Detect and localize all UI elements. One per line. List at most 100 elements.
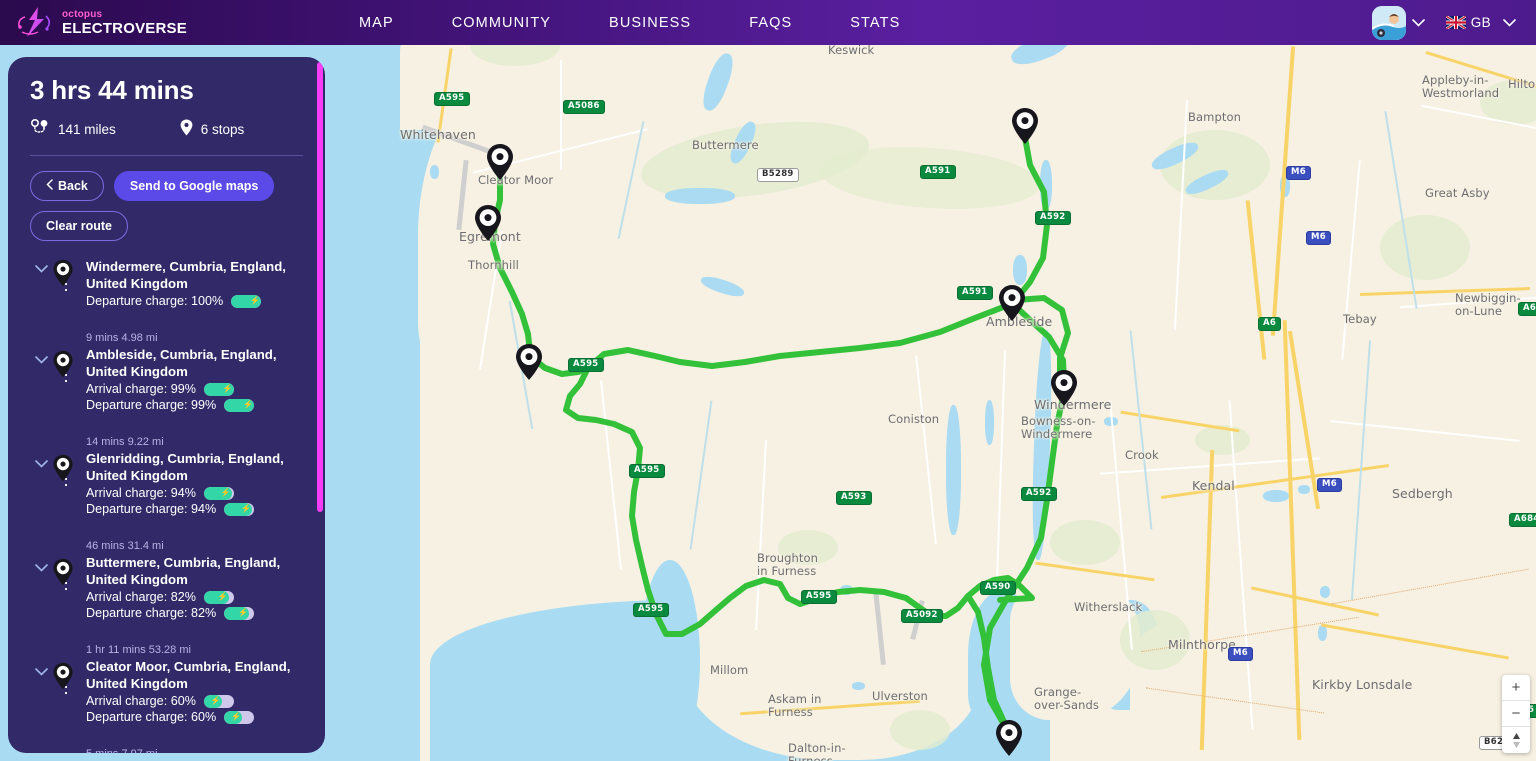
stop-expand-chevron-down-icon[interactable] [30,259,52,273]
stop-place-name: Buttermere, Cumbria, England, United Kin… [86,555,281,587]
route-panel-scroll-area[interactable]: 3 hrs 44 mins 141 miles 6 stops Back Sen… [8,57,325,753]
map-controls[interactable]: + − [1502,675,1530,753]
arrival-battery-gauge: ⚡ [203,590,234,604]
stop-departure-charge: Departure charge: 100% ⚡ [86,294,303,308]
avatar[interactable] [1371,5,1406,40]
route-duration: 3 hrs 44 mins [30,75,194,105]
road-shield: A6 [1258,317,1282,331]
stop-expand-chevron-down-icon[interactable] [30,644,52,676]
stop-leg-summary: 46 mins 31.4 mi [86,540,164,552]
stop-pin-icon [52,259,74,291]
stop-leg-summary: 5 mins 7.97 mi [86,748,303,753]
chevron-left-icon [46,179,53,193]
stop-expand-chevron-down-icon[interactable] [30,540,52,572]
back-button[interactable]: Back [30,171,104,201]
stop-departure-charge-label: Departure charge: 100% [86,294,224,308]
send-to-google-maps-label: Send to Google maps [129,179,259,193]
brand-name-top: octopus [62,8,103,20]
stop-arrival-charge: Arrival charge: 94% ⚡ [86,486,303,500]
route-stop-item: 14 mins 9.22 mi Glenridding, Cumbria, Eng… [30,436,303,540]
top-navigation-bar: octopus ELECTROVERSE MAP COMMUNITY BUSINES… [0,0,1536,45]
stop-marker [52,540,80,593]
route-distance: 141 miles [30,118,116,139]
departure-battery-gauge: ⚡ [224,398,255,412]
app-root: WhitehavenCleator MoorEgremontThornhillB… [0,0,1536,761]
stop-details: Windermere, Cumbria, England, United Kin… [80,259,303,332]
nav-item-community[interactable]: COMMUNITY [423,15,580,31]
route-stop-item: Windermere, Cumbria, England, United Kin… [30,259,303,332]
locale-chevron-down-icon[interactable] [1496,10,1522,36]
stop-leg-summary: 14 mins 9.22 mi [86,436,164,448]
stop-expand-chevron-down-icon[interactable] [30,436,52,468]
panel-actions: Back Send to Google maps [30,171,303,201]
zoom-in-button[interactable]: + [1502,675,1530,701]
nav-item-faqs[interactable]: FAQS [720,15,821,31]
locale-selector[interactable]: GB [1432,10,1522,36]
lightning-bolt-icon: ⚡ [220,488,231,497]
route-stops: 6 stops [180,119,244,139]
zoom-out-button[interactable]: − [1502,701,1530,727]
stop-marker [52,332,80,385]
road-shield: A595 [633,603,669,617]
lightning-bolt-icon: ⚡ [250,296,261,305]
panel-actions-secondary: Clear route [30,211,303,241]
account-chevron-down-icon[interactable] [1406,10,1432,36]
header-right-controls: GB [1371,5,1536,40]
map-pin-icon [180,119,193,139]
brand-wordmark: octopus ELECTROVERSE [62,8,187,37]
pin-west-coast[interactable] [514,343,544,381]
route-stop-item: 46 mins 31.4 mi Buttermere, Cumbria, Engl… [30,540,303,644]
road-shield: A590 [980,581,1016,595]
compass-icon[interactable] [1502,727,1530,753]
brand-logo[interactable]: octopus ELECTROVERSE [0,6,330,40]
locale-code: GB [1470,15,1491,30]
departure-battery-gauge: ⚡ [224,502,255,516]
back-button-label: Back [58,179,88,193]
octopus-electroverse-logo-icon [16,6,54,40]
pin-south[interactable] [994,719,1024,757]
route-distance-value: 141 miles [58,121,116,137]
stop-arrival-charge: Arrival charge: 82% ⚡ [86,590,303,604]
pin-keswick-area[interactable] [1010,107,1040,145]
departure-battery-gauge: ⚡ [231,294,262,308]
stop-departure-charge: Departure charge: 99% ⚡ [86,398,303,412]
route-distance-icon [30,118,50,139]
stop-arrival-charge-label: Arrival charge: 82% [86,590,196,604]
stop-arrival-charge-label: Arrival charge: 99% [86,382,196,396]
stop-arrival-charge: Arrival charge: 99% ⚡ [86,382,303,396]
road-shield: A591 [957,286,993,300]
stop-details: 9 mins 4.98 mi Ambleside, Cumbria, Englan… [80,332,303,436]
arrival-battery-gauge: ⚡ [203,382,234,396]
lightning-bolt-icon: ⚡ [243,400,254,409]
panel-scrollbar-thumb[interactable] [317,62,323,512]
route-stop-item: 5 mins 7.97 mi [30,748,303,753]
stop-details: 46 mins 31.4 mi Buttermere, Cumbria, Engl… [80,540,303,644]
clear-route-button[interactable]: Clear route [30,211,128,241]
send-to-google-maps-button[interactable]: Send to Google maps [113,171,275,201]
stop-place-name: Cleator Moor, Cumbria, England, United K… [86,659,291,691]
pin-windermere[interactable] [1049,369,1079,407]
route-stop-item: 1 hr 11 mins 53.28 mi Cleator Moor, Cumbr… [30,644,303,748]
lightning-bolt-icon: ⚡ [222,384,233,393]
stop-place-name: Windermere, Cumbria, England, United Kin… [86,259,286,291]
pin-egremont[interactable] [473,204,503,242]
lightning-bolt-icon: ⚡ [217,592,228,601]
stop-expand-chevron-down-icon[interactable] [30,332,52,364]
pin-cleator-moor[interactable] [485,143,515,181]
stop-place-name: Ambleside, Cumbria, England, United King… [86,347,277,379]
stop-departure-charge-label: Departure charge: 94% [86,502,217,516]
stop-marker [52,644,80,697]
nav-item-map[interactable]: MAP [330,15,423,31]
stop-leg-summary: 9 mins 4.98 mi [86,332,158,344]
road-shield: A592 [1035,211,1071,225]
nav-item-business[interactable]: BUSINESS [580,15,720,31]
brand-name-bottom: ELECTROVERSE [62,19,187,37]
stop-pin-icon [52,558,74,590]
stop-details: 14 mins 9.22 mi Glenridding, Cumbria, Eng… [80,436,303,540]
route-panel: 3 hrs 44 mins 141 miles 6 stops Back Sen… [8,57,325,753]
road-shield: A591 [920,165,956,179]
nav-item-stats[interactable]: STATS [821,15,929,31]
arrival-battery-gauge: ⚡ [203,486,234,500]
pin-ambleside[interactable] [997,284,1027,322]
departure-battery-gauge: ⚡ [224,710,255,724]
